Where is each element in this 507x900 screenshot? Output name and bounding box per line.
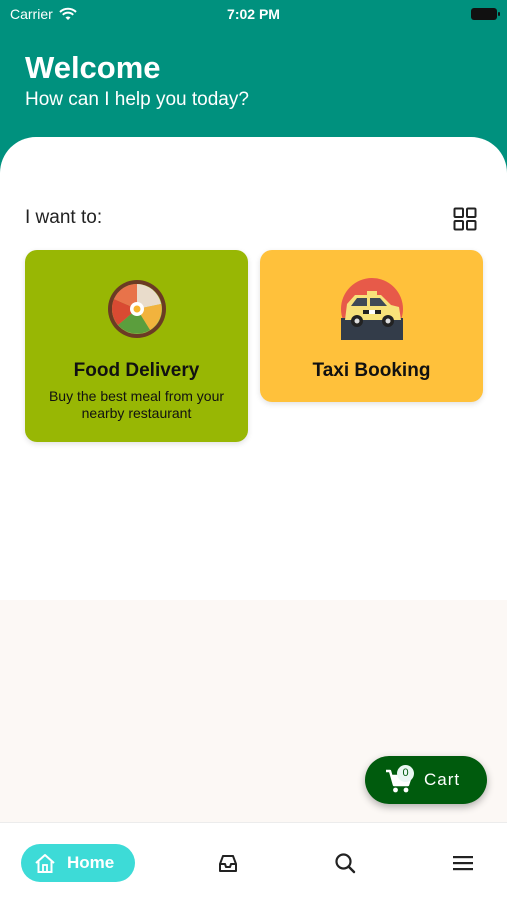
food-delivery-description: Buy the best meal from your nearby resta…: [48, 388, 225, 421]
home-icon: [35, 854, 55, 873]
taxi-booking-card[interactable]: Taxi Booking: [260, 250, 483, 402]
search-icon[interactable]: [334, 852, 356, 874]
food-delivery-card[interactable]: Food Delivery Buy the best meal from you…: [25, 250, 248, 442]
food-bowl-icon: [107, 280, 166, 338]
main-content: I want to: Food Delivery Buy the best me…: [0, 137, 507, 600]
status-time: 7:02 PM: [227, 6, 280, 22]
menu-icon[interactable]: [452, 852, 474, 874]
status-bar: Carrier 7:02 PM: [0, 0, 507, 28]
inbox-icon[interactable]: [217, 852, 239, 874]
taxi-booking-title: Taxi Booking: [312, 360, 431, 381]
cart-count-badge: 0: [397, 765, 414, 782]
page-title: Welcome: [25, 50, 161, 85]
taxi-icon: [340, 278, 403, 340]
nav-home-button[interactable]: Home: [21, 844, 135, 882]
food-delivery-title: Food Delivery: [73, 360, 200, 381]
bottom-nav: Home: [0, 822, 507, 900]
battery-icon: [471, 8, 500, 20]
nav-home-label: Home: [67, 853, 115, 872]
page-subtitle: How can I help you today?: [25, 89, 249, 110]
section-label: I want to:: [25, 207, 103, 228]
cart-button[interactable]: 0 Cart: [365, 756, 487, 804]
cart-label: Cart: [424, 770, 461, 789]
grid-view-icon[interactable]: [453, 207, 477, 231]
